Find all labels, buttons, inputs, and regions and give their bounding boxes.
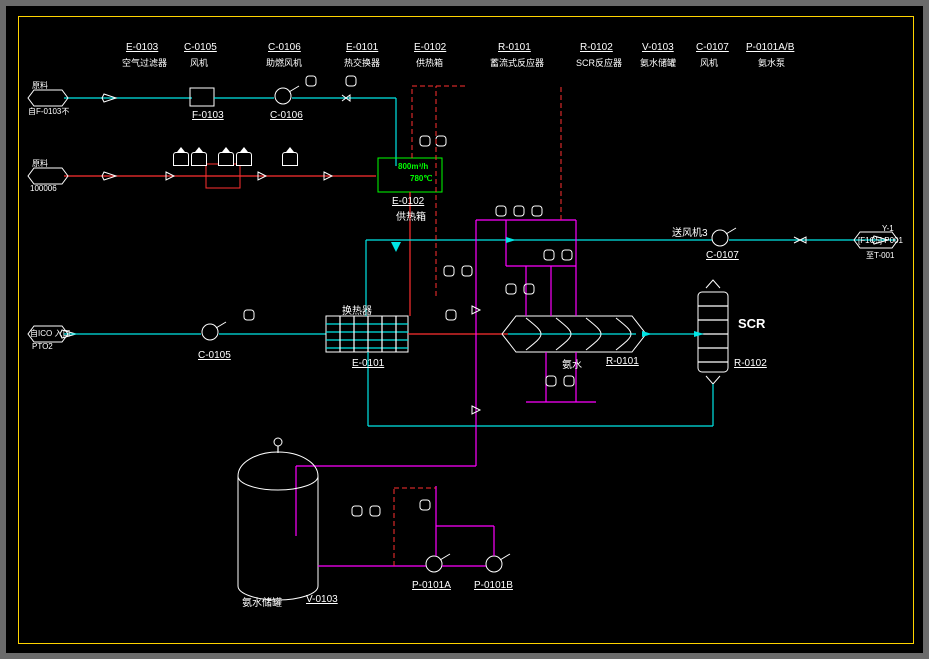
- lbl-C0106: C-0106: [270, 110, 303, 121]
- hdr-0-name: 空气过滤器: [122, 56, 167, 69]
- hdr-0-tag: E-0103: [126, 42, 158, 53]
- out1a: Y-1: [882, 224, 894, 233]
- in3b: PTO2: [32, 342, 53, 351]
- lbl-R0101: R-0101: [606, 356, 639, 367]
- piping-svg: [6, 6, 923, 653]
- lbl-E0102: E-0102: [392, 196, 424, 207]
- in3a: 自ICO 入口: [30, 328, 70, 339]
- lbl-P0101A: P-0101A: [412, 580, 451, 591]
- hdr-7-tag: V-0103: [642, 42, 674, 53]
- lbl-tankcn: 氨水储罐: [242, 594, 282, 609]
- in1a: 原料: [32, 80, 48, 91]
- hdr-3-tag: E-0101: [346, 42, 378, 53]
- hdr-6-tag: R-0102: [580, 42, 613, 53]
- lbl-E0102cn: 供热箱: [396, 208, 426, 223]
- hdr-6-name: SCR反应器: [576, 56, 622, 69]
- instrument-icon: [282, 152, 298, 166]
- lbl-E0101: E-0101: [352, 358, 384, 369]
- in1b: 自F-0103不: [28, 106, 69, 117]
- lbl-P0101B: P-0101B: [474, 580, 513, 591]
- lbl-sendFan: 送风机3: [672, 224, 708, 239]
- hdr-2-tag: C-0106: [268, 42, 301, 53]
- lbl-R0102: R-0102: [734, 358, 767, 369]
- instrument-icon: [236, 152, 252, 166]
- hdr-4-tag: E-0102: [414, 42, 446, 53]
- hdr-8-name: 风机: [700, 56, 718, 69]
- lbl-V0103: V-0103: [306, 594, 338, 605]
- out1b: [F1C5] P001: [858, 236, 903, 245]
- instrument-icon: [173, 152, 189, 166]
- instrument-icon: [218, 152, 234, 166]
- hdr-5-name: 蓄流式反应器: [490, 56, 544, 69]
- in2a: 原料: [32, 158, 48, 169]
- lbl-hexcn: 换热器: [342, 302, 372, 317]
- hdr-3-name: 热交换器: [344, 56, 380, 69]
- hdr-9-name: 氨水泵: [758, 56, 785, 69]
- lbl-SCR: SCR: [738, 316, 765, 331]
- hdr-1-tag: C-0105: [184, 42, 217, 53]
- lbl-C0107: C-0107: [706, 250, 739, 261]
- instrument-icon: [191, 152, 207, 166]
- hdr-8-tag: C-0107: [696, 42, 729, 53]
- lbl-F0103: F-0103: [192, 110, 224, 121]
- supply-flow: 800m³/h: [398, 162, 428, 171]
- supply-temp: 780℃: [410, 174, 432, 183]
- hdr-5-tag: R-0101: [498, 42, 531, 53]
- hdr-1-name: 风机: [190, 56, 208, 69]
- hdr-7-name: 氨水储罐: [640, 56, 676, 69]
- lbl-ammonia: 氨水: [562, 356, 582, 371]
- in2b: 100006: [30, 184, 57, 193]
- hdr-4-name: 供热箱: [416, 56, 443, 69]
- cad-canvas: E-0103 空气过滤器 C-0105 风机 C-0106 助燃风机 E-010…: [6, 6, 923, 653]
- hdr-2-name: 助燃风机: [266, 56, 302, 69]
- hdr-9-tag: P-0101A/B: [746, 42, 794, 53]
- lbl-C0105: C-0105: [198, 350, 231, 361]
- out1c: 至T-001: [866, 250, 894, 261]
